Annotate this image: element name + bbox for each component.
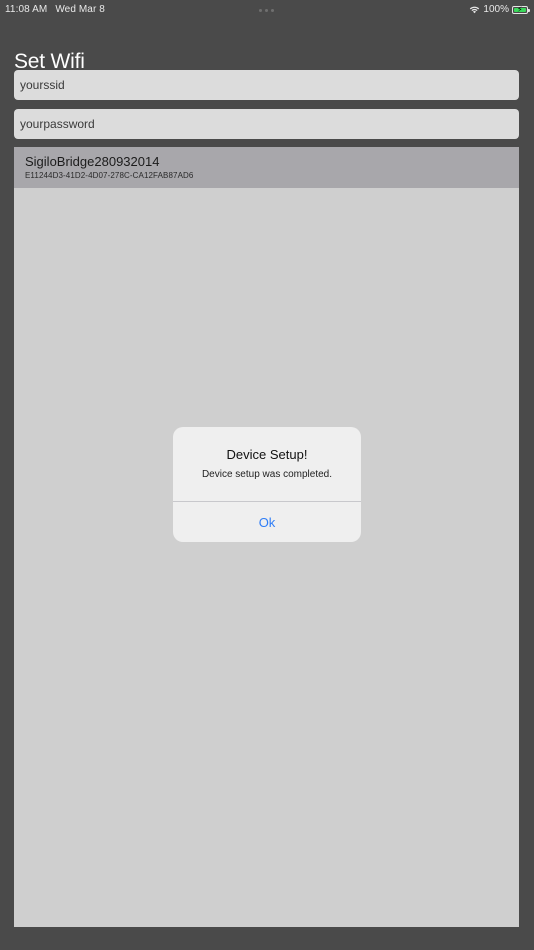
status-right: 100% ⚡ xyxy=(469,4,530,15)
wifi-icon xyxy=(470,6,480,14)
status-date: Wed Mar 8 xyxy=(55,4,105,15)
ok-button[interactable]: Ok xyxy=(173,502,361,542)
password-value: yourpassword xyxy=(20,117,95,131)
ssid-value: yourssid xyxy=(20,78,65,92)
battery-icon: ⚡ xyxy=(512,4,530,14)
status-time: 11:08 AM xyxy=(5,4,48,15)
ssid-field[interactable]: yourssid xyxy=(14,70,519,100)
alert-dialog: Device Setup! Device setup was completed… xyxy=(173,427,361,542)
alert-title: Device Setup! xyxy=(226,447,308,462)
password-field[interactable]: yourpassword xyxy=(14,109,519,139)
device-uuid: E11244D3-41D2-4D07-278C-CA12FAB87AD6 xyxy=(25,171,194,180)
device-list-item[interactable]: SigiloBridge280932014 E11244D3-41D2-4D07… xyxy=(14,147,519,188)
device-name: SigiloBridge280932014 xyxy=(25,154,160,169)
status-bar: 11:08 AM Wed Mar 8 100% ⚡ xyxy=(0,0,534,20)
multitasking-dots-icon[interactable] xyxy=(259,9,274,12)
status-left: 11:08 AM Wed Mar 8 xyxy=(5,4,105,15)
battery-percent: 100% xyxy=(483,4,509,15)
charging-bolt-icon: ⚡ xyxy=(517,4,523,14)
alert-message: Device setup was completed. xyxy=(201,469,333,480)
